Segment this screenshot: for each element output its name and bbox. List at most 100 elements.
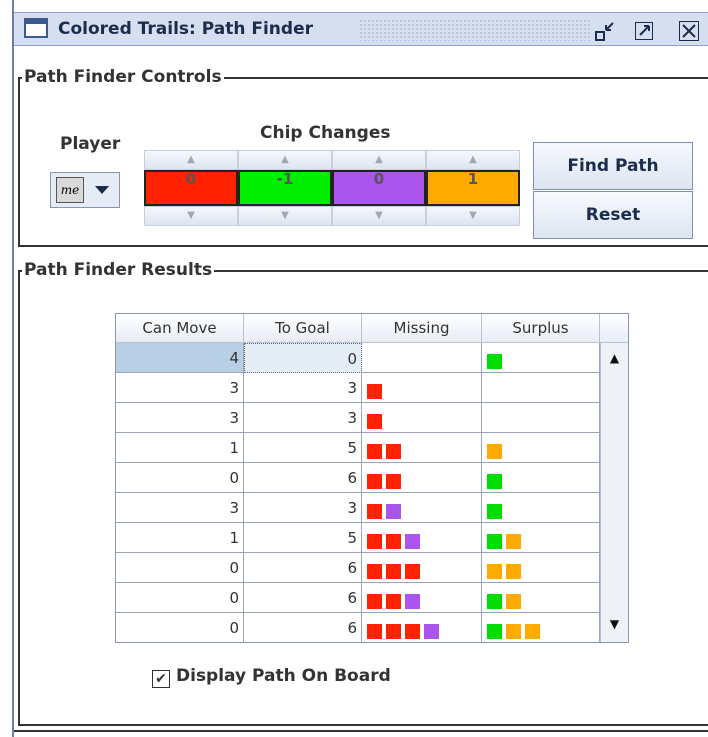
chevron-down-icon[interactable]	[95, 186, 109, 194]
chip-change-value[interactable]: 1	[426, 170, 520, 206]
chip-decrement-button[interactable]: ▼	[238, 206, 332, 226]
cell-to-goal[interactable]: 5	[244, 523, 362, 553]
cell-surplus[interactable]	[482, 403, 600, 433]
cell-to-goal[interactable]: 6	[244, 553, 362, 583]
cell-can-move[interactable]: 1	[116, 523, 244, 553]
cell-surplus[interactable]	[482, 433, 600, 463]
chip-orange	[487, 443, 502, 459]
cell-to-goal[interactable]: 3	[244, 493, 362, 523]
chip-increment-button[interactable]: ▲	[144, 150, 238, 170]
window-icon	[24, 18, 48, 38]
cell-can-move[interactable]: 3	[116, 493, 244, 523]
cell-to-goal[interactable]: 6	[244, 463, 362, 493]
cell-can-move[interactable]: 0	[116, 553, 244, 583]
display-path-label: Display Path On Board	[176, 666, 391, 686]
maximize-icon[interactable]	[635, 22, 653, 40]
table-row[interactable]: 40	[116, 343, 600, 373]
checkmark-icon[interactable]: ✔	[152, 670, 170, 688]
display-path-checkbox[interactable]: ✔ Display Path On Board	[152, 666, 391, 690]
chip-green	[487, 353, 502, 369]
scroll-up-icon[interactable]: ▲	[601, 345, 628, 371]
cell-surplus[interactable]	[482, 613, 600, 642]
cell-to-goal[interactable]: 5	[244, 433, 362, 463]
column-header-surplus[interactable]: Surplus	[482, 314, 600, 343]
chip-change-value[interactable]: 0	[144, 170, 238, 206]
cell-to-goal[interactable]: 0	[244, 343, 362, 373]
cell-to-goal[interactable]: 3	[244, 373, 362, 403]
cell-can-move[interactable]: 1	[116, 433, 244, 463]
chip-change-value[interactable]: -1	[238, 170, 332, 206]
cell-missing[interactable]	[362, 373, 482, 403]
chip-decrement-button[interactable]: ▼	[332, 206, 426, 226]
minimize-icon[interactable]	[594, 20, 616, 42]
table-row[interactable]: 15	[116, 523, 600, 553]
chip-orange	[506, 593, 521, 609]
chip-red	[367, 413, 382, 429]
chip-changes-label: Chip Changes	[260, 123, 391, 143]
table-row[interactable]: 33	[116, 373, 600, 403]
chip-red	[386, 533, 401, 549]
cell-can-move[interactable]: 0	[116, 463, 244, 493]
column-header-missing[interactable]: Missing	[362, 314, 482, 343]
table-row[interactable]: 06	[116, 463, 600, 493]
close-icon[interactable]	[679, 21, 699, 41]
cell-surplus[interactable]	[482, 343, 600, 373]
column-header-to-goal[interactable]: To Goal	[244, 314, 362, 343]
chip-decrement-button[interactable]: ▼	[426, 206, 520, 226]
table-row[interactable]: 33	[116, 493, 600, 523]
reset-button[interactable]: Reset	[533, 191, 693, 239]
cell-can-move[interactable]: 4	[116, 343, 244, 373]
table-row[interactable]: 33	[116, 403, 600, 433]
cell-can-move[interactable]: 3	[116, 403, 244, 433]
chip-increment-button[interactable]: ▲	[332, 150, 426, 170]
cell-missing[interactable]	[362, 403, 482, 433]
chip-orange	[525, 623, 540, 639]
column-header-can-move[interactable]: Can Move	[116, 314, 244, 343]
path-finder-controls-panel: Path Finder Controls Player me Chip Chan…	[18, 67, 708, 247]
table-row[interactable]: 15	[116, 433, 600, 463]
cell-missing[interactable]	[362, 433, 482, 463]
cell-missing[interactable]	[362, 463, 482, 493]
cell-to-goal[interactable]: 6	[244, 583, 362, 613]
cell-surplus[interactable]	[482, 493, 600, 523]
cell-missing[interactable]	[362, 613, 482, 642]
cell-can-move[interactable]: 0	[116, 583, 244, 613]
chip-increment-button[interactable]: ▲	[238, 150, 332, 170]
find-path-button[interactable]: Find Path	[533, 142, 693, 190]
chip-green	[487, 533, 502, 549]
chip-red	[386, 593, 401, 609]
table-row[interactable]: 06	[116, 553, 600, 583]
chip-green	[487, 623, 502, 639]
chip-purple	[405, 593, 420, 609]
table-row[interactable]: 06	[116, 613, 600, 642]
chip-increment-button[interactable]: ▲	[426, 150, 520, 170]
chip-red	[386, 443, 401, 459]
cell-surplus[interactable]	[482, 553, 600, 583]
cell-can-move[interactable]: 0	[116, 613, 244, 642]
cell-missing[interactable]	[362, 523, 482, 553]
chip-red	[367, 593, 382, 609]
chip-spinner-purple: ▲ 0 ▼	[332, 150, 426, 226]
cell-to-goal[interactable]: 6	[244, 613, 362, 642]
cell-to-goal[interactable]: 3	[244, 403, 362, 433]
cell-missing[interactable]	[362, 343, 482, 373]
chip-decrement-button[interactable]: ▼	[144, 206, 238, 226]
chip-change-value[interactable]: 0	[332, 170, 426, 206]
cell-can-move[interactable]: 3	[116, 373, 244, 403]
cell-missing[interactable]	[362, 553, 482, 583]
scroll-down-icon[interactable]: ▼	[601, 611, 628, 637]
cell-surplus[interactable]	[482, 583, 600, 613]
cell-missing[interactable]	[362, 493, 482, 523]
cell-surplus[interactable]	[482, 523, 600, 553]
chip-green	[487, 593, 502, 609]
chip-spinner-orange: ▲ 1 ▼	[426, 150, 520, 226]
chip-red	[367, 503, 382, 519]
table-row[interactable]: 06	[116, 583, 600, 613]
title-bar[interactable]: Colored Trails: Path Finder	[14, 12, 708, 46]
cell-surplus[interactable]	[482, 463, 600, 493]
cell-surplus[interactable]	[482, 373, 600, 403]
cell-missing[interactable]	[362, 583, 482, 613]
vertical-scrollbar[interactable]: ▲ ▼	[600, 343, 628, 642]
chip-red	[367, 473, 382, 489]
player-select[interactable]: me	[50, 172, 120, 208]
